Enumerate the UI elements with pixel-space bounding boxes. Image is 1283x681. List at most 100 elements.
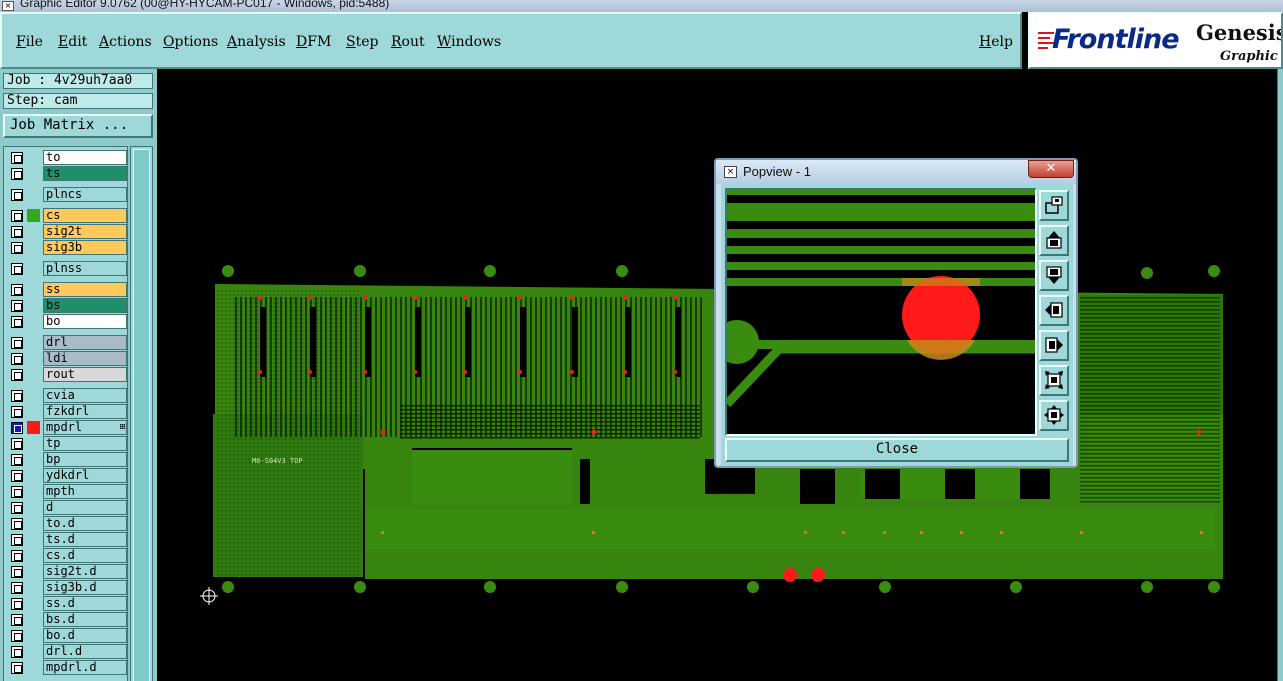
layer-row-to[interactable]: to [7,150,127,165]
layer-scrollbar[interactable] [130,146,153,681]
layer-name[interactable]: drl [43,335,127,350]
layer-row-tp[interactable]: tp [7,436,127,451]
layer-row-cvia[interactable]: cvia [7,388,127,403]
layer-checkbox[interactable] [11,369,23,381]
zoom-home-button[interactable] [1039,190,1069,221]
popview-window-close-button[interactable]: ✕ [1028,160,1074,178]
layer-row-sig3b[interactable]: sig3b [7,240,127,255]
layer-checkbox[interactable] [11,337,23,349]
layer-row-bo-d[interactable]: bo.d [7,628,127,643]
popview-titlebar[interactable]: × Popview - 1 ✕ [716,160,1076,184]
layer-checkbox[interactable] [11,502,23,514]
layer-row-d[interactable]: d [7,500,127,515]
layer-row-drl[interactable]: drl [7,335,127,350]
layer-checkbox[interactable] [11,582,23,594]
menu-edit[interactable]: Edit [58,34,87,50]
layer-name[interactable]: sig3b.d [43,580,127,595]
layer-name[interactable]: plncs [43,187,127,202]
layer-row-fzkdrl[interactable]: fzkdrl [7,404,127,419]
layer-checkbox[interactable] [11,486,23,498]
layer-row-cs[interactable]: cs [7,208,127,223]
layer-checkbox[interactable] [11,646,23,658]
layer-checkbox[interactable] [11,263,23,275]
pan-right-button[interactable] [1039,330,1069,361]
layer-name[interactable]: ss.d [43,596,127,611]
layer-name[interactable]: mpdrl.d [43,660,127,675]
layer-checkbox[interactable] [11,284,23,296]
layer-row-plnss[interactable]: plnss [7,261,127,276]
layer-checkbox[interactable] [11,189,23,201]
layer-name[interactable]: tp [43,436,127,451]
menu-help[interactable]: Help [979,34,1013,50]
layer-checkbox[interactable] [11,300,23,312]
layer-checkbox[interactable] [11,353,23,365]
layer-row-ss[interactable]: ss [7,282,127,297]
layer-checkbox[interactable] [11,422,23,434]
layer-name[interactable]: ss [43,282,127,297]
menu-windows[interactable]: Windows [437,34,501,50]
layer-name[interactable]: fzkdrl [43,404,127,419]
layer-row-drl-d[interactable]: drl.d [7,644,127,659]
layer-checkbox[interactable] [11,454,23,466]
layer-row-sig2t-d[interactable]: sig2t.d [7,564,127,579]
layer-name[interactable]: bp [43,452,127,467]
layer-checkbox[interactable] [11,662,23,674]
layer-checkbox[interactable] [11,518,23,530]
layer-name[interactable]: mpdrl [43,420,127,435]
layer-name[interactable]: sig2t.d [43,564,127,579]
layer-color-swatch[interactable] [27,421,40,434]
layer-row-to-d[interactable]: to.d [7,516,127,531]
layer-row-mpdrl[interactable]: mpdrl ⊞ [7,420,127,435]
layer-row-plncs[interactable]: plncs [7,187,127,202]
layer-name[interactable]: bo [43,314,127,329]
layer-name[interactable]: cvia [43,388,127,403]
pan-up-button[interactable] [1039,225,1069,256]
menu-file[interactable]: File [16,34,43,50]
layer-row-bo[interactable]: bo [7,314,127,329]
layer-name[interactable]: d [43,500,127,515]
layer-row-ts-d[interactable]: ts.d [7,532,127,547]
layer-checkbox[interactable] [11,566,23,578]
layer-checkbox[interactable] [11,614,23,626]
layer-name[interactable]: plnss [43,261,127,276]
layer-row-bs-d[interactable]: bs.d [7,612,127,627]
layer-row-ts[interactable]: ts [7,166,127,181]
layer-row-mpdrl-d[interactable]: mpdrl.d [7,660,127,675]
layer-row-cs-d[interactable]: cs.d [7,548,127,563]
layer-row-sig2t[interactable]: sig2t [7,224,127,239]
menu-step[interactable]: Step [346,34,378,50]
layer-row-ss-d[interactable]: ss.d [7,596,127,611]
layer-name[interactable]: ts.d [43,532,127,547]
layer-checkbox[interactable] [11,390,23,402]
layer-name[interactable]: to.d [43,516,127,531]
layer-name[interactable]: cs [43,208,127,223]
layer-row-rout[interactable]: rout [7,367,127,382]
layer-checkbox[interactable] [11,210,23,222]
layer-checkbox[interactable] [11,168,23,180]
layer-row-bp[interactable]: bp [7,452,127,467]
layer-name[interactable]: ts [43,166,127,181]
layer-name[interactable]: bs [43,298,127,313]
layer-checkbox[interactable] [11,152,23,164]
menu-rout[interactable]: Rout [391,34,425,50]
layer-name[interactable]: cs.d [43,548,127,563]
menu-options[interactable]: Options [163,34,218,50]
layer-row-bs[interactable]: bs [7,298,127,313]
layer-name[interactable]: bo.d [43,628,127,643]
zoom-in-button[interactable] [1039,400,1069,431]
layer-checkbox[interactable] [11,550,23,562]
pan-left-button[interactable] [1039,295,1069,326]
layer-checkbox[interactable] [11,316,23,328]
layer-checkbox[interactable] [11,470,23,482]
zoom-out-button[interactable] [1039,365,1069,396]
layer-checkbox[interactable] [11,226,23,238]
layer-row-ldi[interactable]: ldi [7,351,127,366]
menu-analysis[interactable]: Analysis [227,34,286,50]
layer-row-mpth[interactable]: mpth [7,484,127,499]
scrollbar-thumb[interactable] [133,149,150,681]
job-matrix-button[interactable]: Job Matrix ... [3,114,153,138]
layer-row-ydkdrl[interactable]: ydkdrl [7,468,127,483]
popview-zoom-view[interactable] [725,188,1037,436]
layer-checkbox[interactable] [11,630,23,642]
menu-actions[interactable]: Actions [99,34,152,50]
